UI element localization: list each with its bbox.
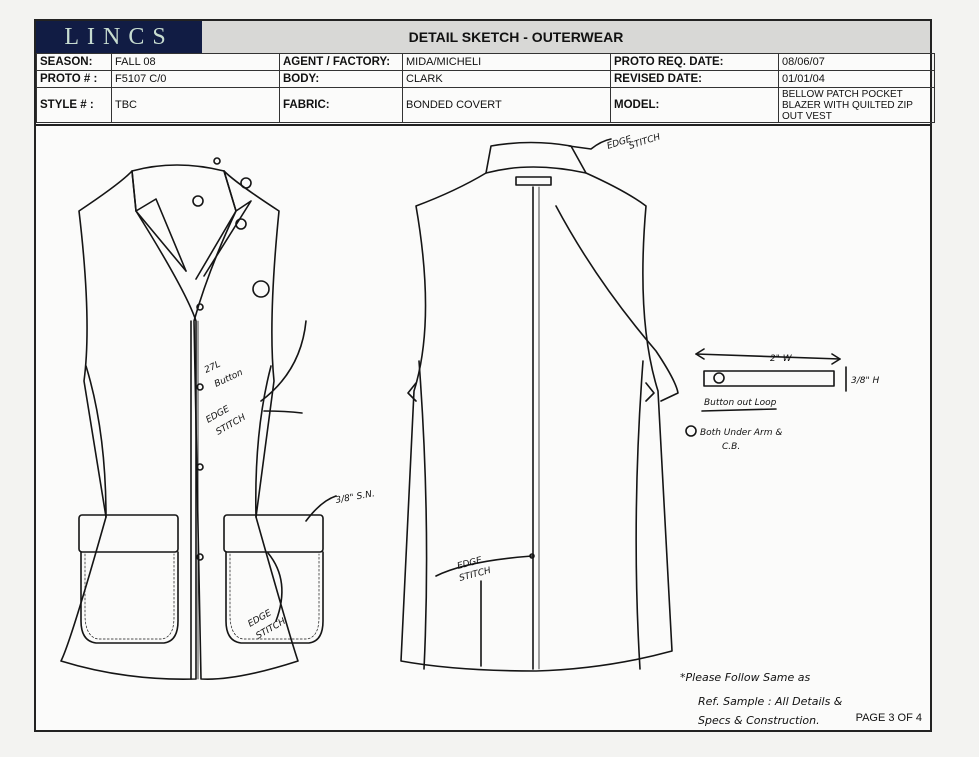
loop-placement-note: Both Under Arm & bbox=[700, 428, 782, 438]
loop-label: Button out Loop bbox=[704, 398, 777, 408]
spec-sheet: LINCS DETAIL SKETCH - OUTERWEAR SEASON: … bbox=[34, 19, 935, 732]
construction-note: Ref. Sample : All Details & bbox=[698, 695, 843, 708]
construction-note: Specs & Construction. bbox=[698, 714, 820, 727]
loop-height-label: 3/8" H bbox=[851, 376, 879, 386]
button-size-label: 27L bbox=[203, 360, 222, 376]
back-vest-drawing bbox=[400, 138, 679, 672]
loop-width-label: 2" W bbox=[770, 354, 793, 364]
garment-sketch: EDGE STITCH 27L Button EDGE STITCH 3/8" … bbox=[60, 132, 879, 727]
construction-note: *Please Follow Same as bbox=[680, 671, 811, 684]
button-size-label: Button bbox=[213, 368, 245, 390]
button-loop-detail bbox=[685, 348, 847, 437]
page-number: PAGE 3 OF 4 bbox=[855, 712, 922, 724]
edge-stitch-collar-label: STITCH bbox=[628, 132, 662, 152]
single-needle-label: 3/8" S.N. bbox=[335, 489, 376, 506]
loop-placement-note: C.B. bbox=[722, 442, 740, 452]
front-vest-drawing bbox=[60, 157, 337, 680]
